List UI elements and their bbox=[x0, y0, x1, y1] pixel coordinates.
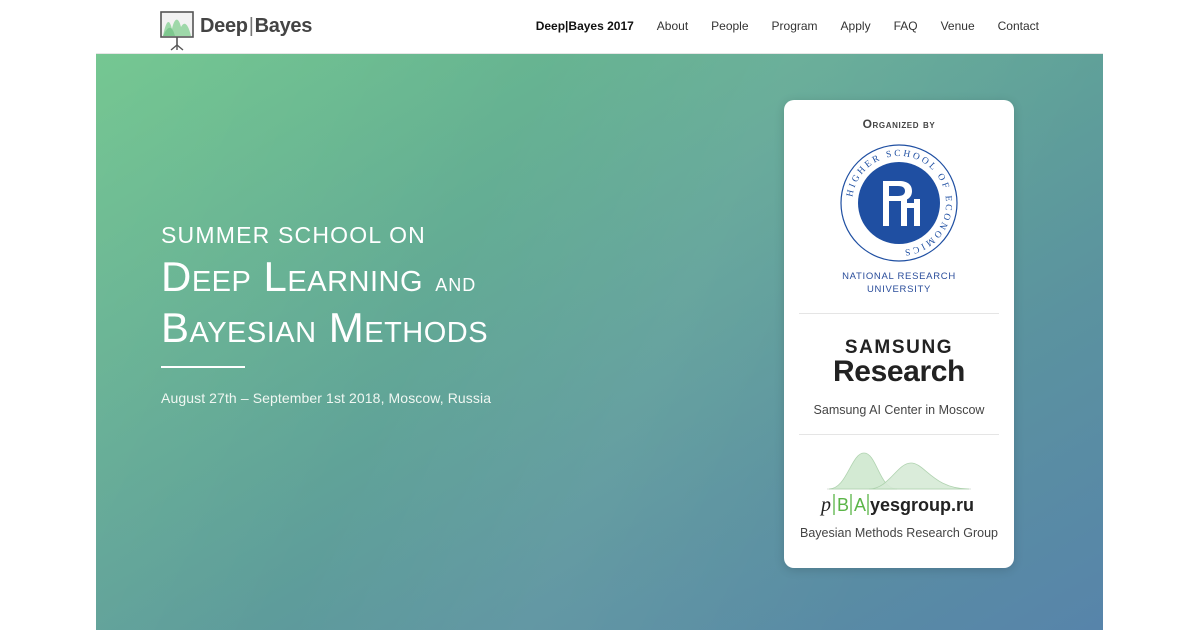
nav-link-apply[interactable]: Apply bbox=[841, 19, 871, 33]
hero-title-and: and bbox=[435, 267, 477, 297]
nav-link-contact[interactable]: Contact bbox=[998, 19, 1039, 33]
hse-seal-logo: HIGHER SCHOOL OF ECONOMICS bbox=[840, 144, 958, 262]
hero-title: Deep Learning and Bayesian Methods bbox=[161, 254, 491, 351]
organizer-bayesgroup[interactable]: p B A yesgroup.ru Bayesian Methods Resea… bbox=[784, 447, 1014, 540]
hero-title-line2: Bayesian Methods bbox=[161, 304, 489, 351]
site-header: Deep|Bayes Deep|Bayes 2017 About People … bbox=[96, 0, 1103, 54]
main-nav: Deep|Bayes 2017 About People Program App… bbox=[513, 19, 1039, 33]
nav-link-deepbayes-2017[interactable]: Deep|Bayes 2017 bbox=[536, 19, 634, 33]
presentation-board-icon bbox=[160, 11, 194, 51]
hero-text: SUMMER SCHOOL ON Deep Learning and Bayes… bbox=[161, 222, 491, 406]
hse-caption: NATIONAL RESEARCH UNIVERSITY bbox=[784, 270, 1014, 296]
nav-link-venue[interactable]: Venue bbox=[941, 19, 975, 33]
bayes-logo-b: B bbox=[837, 495, 849, 515]
logo-word-bayes: Bayes bbox=[254, 14, 313, 37]
organizer-hse[interactable]: HIGHER SCHOOL OF ECONOMICS NATIONAL RESE… bbox=[784, 143, 1014, 296]
bayesgroup-logo: p B A yesgroup.ru bbox=[819, 452, 974, 516]
bayes-logo-p: p bbox=[819, 494, 831, 516]
organizers-card: Organized by HIGHER SCHOOL OF ECONOMICS bbox=[784, 100, 1014, 568]
samsung-research-logo: SAMSUNG Research bbox=[784, 338, 1014, 387]
hero-title-line1: Deep Learning bbox=[161, 253, 424, 300]
hse-caption-line1: NATIONAL RESEARCH bbox=[842, 271, 956, 282]
hero-banner: SUMMER SCHOOL ON Deep Learning and Bayes… bbox=[96, 54, 1103, 630]
nav-link-faq[interactable]: FAQ bbox=[894, 19, 918, 33]
hero-kicker: SUMMER SCHOOL ON bbox=[161, 222, 426, 248]
hero-dates: August 27th – September 1st 2018, Moscow… bbox=[161, 390, 492, 406]
site-logo[interactable]: Deep|Bayes bbox=[160, 11, 312, 51]
logo-separator: | bbox=[248, 14, 254, 37]
hero-divider bbox=[161, 366, 245, 368]
bayes-logo-rest: yesgroup.ru bbox=[870, 495, 974, 515]
organizers-heading: Organized by bbox=[862, 117, 936, 131]
card-divider bbox=[799, 434, 999, 435]
nav-link-about[interactable]: About bbox=[657, 19, 688, 33]
organizer-samsung[interactable]: SAMSUNG Research Samsung AI Center in Mo… bbox=[784, 338, 1014, 417]
nav-link-program[interactable]: Program bbox=[772, 19, 818, 33]
logo-word-deep: Deep bbox=[200, 14, 248, 37]
hse-caption-line2: UNIVERSITY bbox=[866, 284, 931, 295]
samsung-caption: Samsung AI Center in Moscow bbox=[813, 403, 985, 417]
bayes-logo-a: A bbox=[854, 495, 866, 515]
nav-link-people[interactable]: People bbox=[711, 19, 748, 33]
research-logo-word: Research bbox=[833, 355, 965, 388]
logo-wordmark: Deep|Bayes bbox=[200, 15, 312, 38]
bayesgroup-caption: Bayesian Methods Research Group bbox=[799, 526, 999, 540]
card-divider bbox=[799, 313, 999, 314]
